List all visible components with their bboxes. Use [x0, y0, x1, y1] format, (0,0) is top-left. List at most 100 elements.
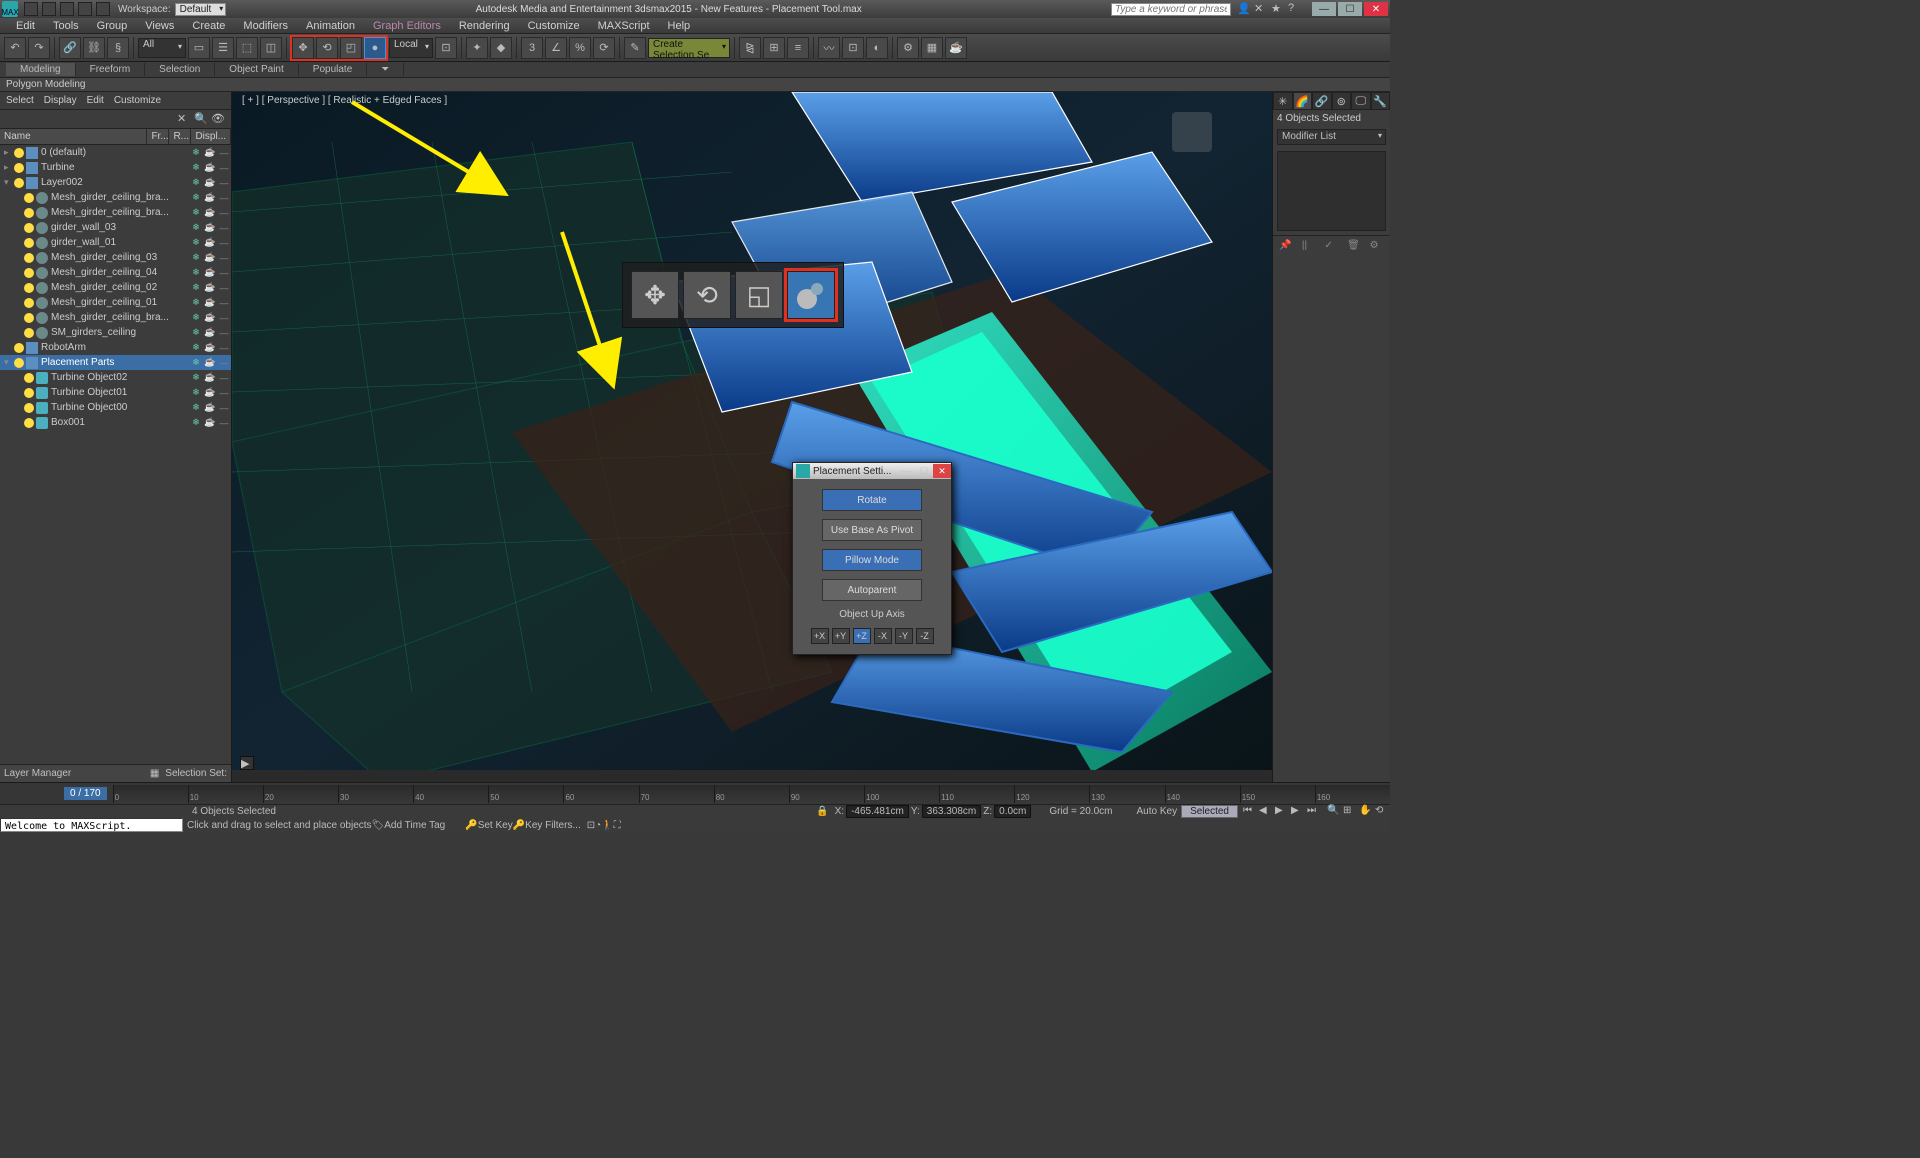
tree-row[interactable]: ▾Placement Parts❄☕— [0, 355, 231, 370]
align-button[interactable]: ⊞ [763, 37, 785, 59]
orbit-icon[interactable]: ⟲ [1375, 805, 1389, 819]
coord-y[interactable]: 363.308cm [922, 805, 981, 818]
tree-row[interactable]: Box001❄☕— [0, 415, 231, 430]
named-sel-button[interactable]: ✎ [624, 37, 646, 59]
coord-z[interactable]: 0.0cm [994, 805, 1031, 818]
selection-filter-dropdown[interactable]: All [138, 38, 186, 58]
maximize-button[interactable]: ☐ [1338, 2, 1362, 16]
col-frozen[interactable]: Fr... [147, 129, 169, 144]
pin-stack-icon[interactable]: 📌 [1279, 240, 1293, 254]
maxscript-listener[interactable]: Welcome to MAXScript. [0, 818, 183, 832]
tree-row[interactable]: girder_wall_03❄☕— [0, 220, 231, 235]
frame-indicator[interactable]: 0 / 170 [64, 787, 107, 800]
tree-row[interactable]: SM_girders_ceiling❄☕— [0, 325, 231, 340]
time-tag-label[interactable]: Add Time Tag [384, 820, 445, 831]
menu-help[interactable]: Help [660, 19, 699, 33]
se-filter-icon[interactable]: ✕ [177, 112, 191, 126]
schematic-button[interactable]: ⊡ [842, 37, 864, 59]
menu-customize[interactable]: Customize [520, 19, 588, 33]
tree-row[interactable]: Mesh_girder_ceiling_03❄☕— [0, 250, 231, 265]
save-icon[interactable] [60, 2, 74, 16]
ribbon-toggle[interactable]: ⏷ [367, 63, 404, 76]
bind-button[interactable]: § [107, 37, 129, 59]
create-tab-icon[interactable]: ✳ [1273, 92, 1293, 110]
lock-icon[interactable]: 🔒 [816, 806, 828, 817]
percent-snap-button[interactable]: % [569, 37, 591, 59]
next-frame-icon[interactable]: ▶ [1291, 805, 1305, 819]
signin-icon[interactable]: 👤 [1237, 2, 1251, 16]
ribbon-selection[interactable]: Selection [145, 63, 215, 76]
zoom-all-icon[interactable]: ⊞ [1343, 805, 1357, 819]
max-toggle-icon[interactable]: ⛶ [614, 820, 621, 831]
dialog-max-button[interactable]: ☐ [915, 464, 933, 478]
minimize-button[interactable]: — [1312, 2, 1336, 16]
time-tag-icon[interactable]: 🏷 [372, 820, 385, 831]
menu-rendering[interactable]: Rendering [451, 19, 518, 33]
tree-row[interactable]: Mesh_girder_ceiling_02❄☕— [0, 280, 231, 295]
axis--y[interactable]: -Y [895, 628, 913, 644]
unlink-button[interactable]: ⛓ [83, 37, 105, 59]
axis--x[interactable]: -X [874, 628, 892, 644]
dialog-titlebar[interactable]: Placement Setti... — ☐ ✕ [793, 463, 951, 479]
undo-icon[interactable] [78, 2, 92, 16]
move-button[interactable]: ✥ [292, 37, 314, 59]
goto-start-icon[interactable]: ⏮ [1243, 805, 1257, 819]
menu-create[interactable]: Create [184, 19, 233, 33]
palette-rotate-icon[interactable]: ⟲ [683, 271, 731, 319]
viewport-scroll-indicator[interactable]: ▶ [240, 756, 254, 770]
se-view-icon[interactable]: 👁 [211, 112, 225, 126]
menu-animation[interactable]: Animation [298, 19, 363, 33]
tree-row[interactable]: girder_wall_01❄☕— [0, 235, 231, 250]
modifier-stack[interactable] [1277, 151, 1386, 231]
col-render[interactable]: R... [169, 129, 191, 144]
key-icon[interactable]: 🔑 [465, 820, 477, 831]
col-name[interactable]: Name [0, 129, 147, 144]
rotate-button[interactable]: Rotate [822, 489, 922, 511]
star-icon[interactable]: ★ [1271, 2, 1285, 16]
placement-button[interactable]: ● [364, 37, 386, 59]
link-button[interactable]: 🔗 [59, 37, 81, 59]
play-icon[interactable]: ▶ [1275, 805, 1289, 819]
keymode-dropdown[interactable]: Selected [1181, 805, 1238, 818]
viewport-scrollbar-h[interactable] [232, 770, 1272, 782]
pivot-button[interactable]: ⊡ [435, 37, 457, 59]
tree-row[interactable]: Turbine Object01❄☕— [0, 385, 231, 400]
prev-frame-icon[interactable]: ◀ [1259, 805, 1273, 819]
render-button[interactable]: ☕ [945, 37, 967, 59]
scale-button[interactable]: ◰ [340, 37, 362, 59]
setkey-label[interactable]: Set Key [478, 820, 513, 831]
dialog-min-button[interactable]: — [897, 464, 915, 478]
viewport-label[interactable]: [ + ] [ Perspective ] [ Realistic + Edge… [242, 95, 447, 106]
pan-icon[interactable]: ✋ [1359, 805, 1373, 819]
layers-button[interactable]: ≡ [787, 37, 809, 59]
viewport[interactable]: [ + ] [ Perspective ] [ Realistic + Edge… [232, 92, 1272, 782]
window-crossing-button[interactable]: ◫ [260, 37, 282, 59]
render-frame-button[interactable]: ▦ [921, 37, 943, 59]
se-edit[interactable]: Edit [87, 95, 104, 106]
col-display[interactable]: Displ... [191, 129, 231, 144]
angle-snap-button[interactable]: ∠ [545, 37, 567, 59]
tree-row[interactable]: Mesh_girder_ceiling_bra...❄☕— [0, 205, 231, 220]
open-icon[interactable] [42, 2, 56, 16]
exchange-icon[interactable]: ✕ [1254, 2, 1268, 16]
goto-end-icon[interactable]: ⏭ [1307, 805, 1321, 819]
tree-row[interactable]: Mesh_girder_ceiling_bra...❄☕— [0, 310, 231, 325]
min-max-viewport-icon[interactable]: ⊡ [587, 820, 595, 831]
rotate-button[interactable]: ⟲ [316, 37, 338, 59]
time-slider-thumb[interactable] [4, 785, 54, 803]
search-input[interactable] [1111, 3, 1231, 16]
coord-x[interactable]: -465.481cm [846, 805, 909, 818]
close-button[interactable]: ✕ [1364, 2, 1388, 16]
axis-+y[interactable]: +Y [832, 628, 850, 644]
tree-row[interactable]: Turbine Object00❄☕— [0, 400, 231, 415]
select-button[interactable]: ▭ [188, 37, 210, 59]
menu-graph-editors[interactable]: Graph Editors [365, 19, 449, 33]
time-ruler[interactable]: 0102030405060708090100110120130140150160… [113, 785, 1390, 803]
utilities-tab-icon[interactable]: 🔧 [1371, 92, 1391, 110]
ribbon-modeling[interactable]: Modeling [6, 63, 76, 76]
menu-modifiers[interactable]: Modifiers [235, 19, 296, 33]
se-select[interactable]: Select [6, 95, 34, 106]
autokey-label[interactable]: Auto Key [1136, 806, 1177, 817]
menu-maxscript[interactable]: MAXScript [590, 19, 658, 33]
menu-views[interactable]: Views [137, 19, 182, 33]
